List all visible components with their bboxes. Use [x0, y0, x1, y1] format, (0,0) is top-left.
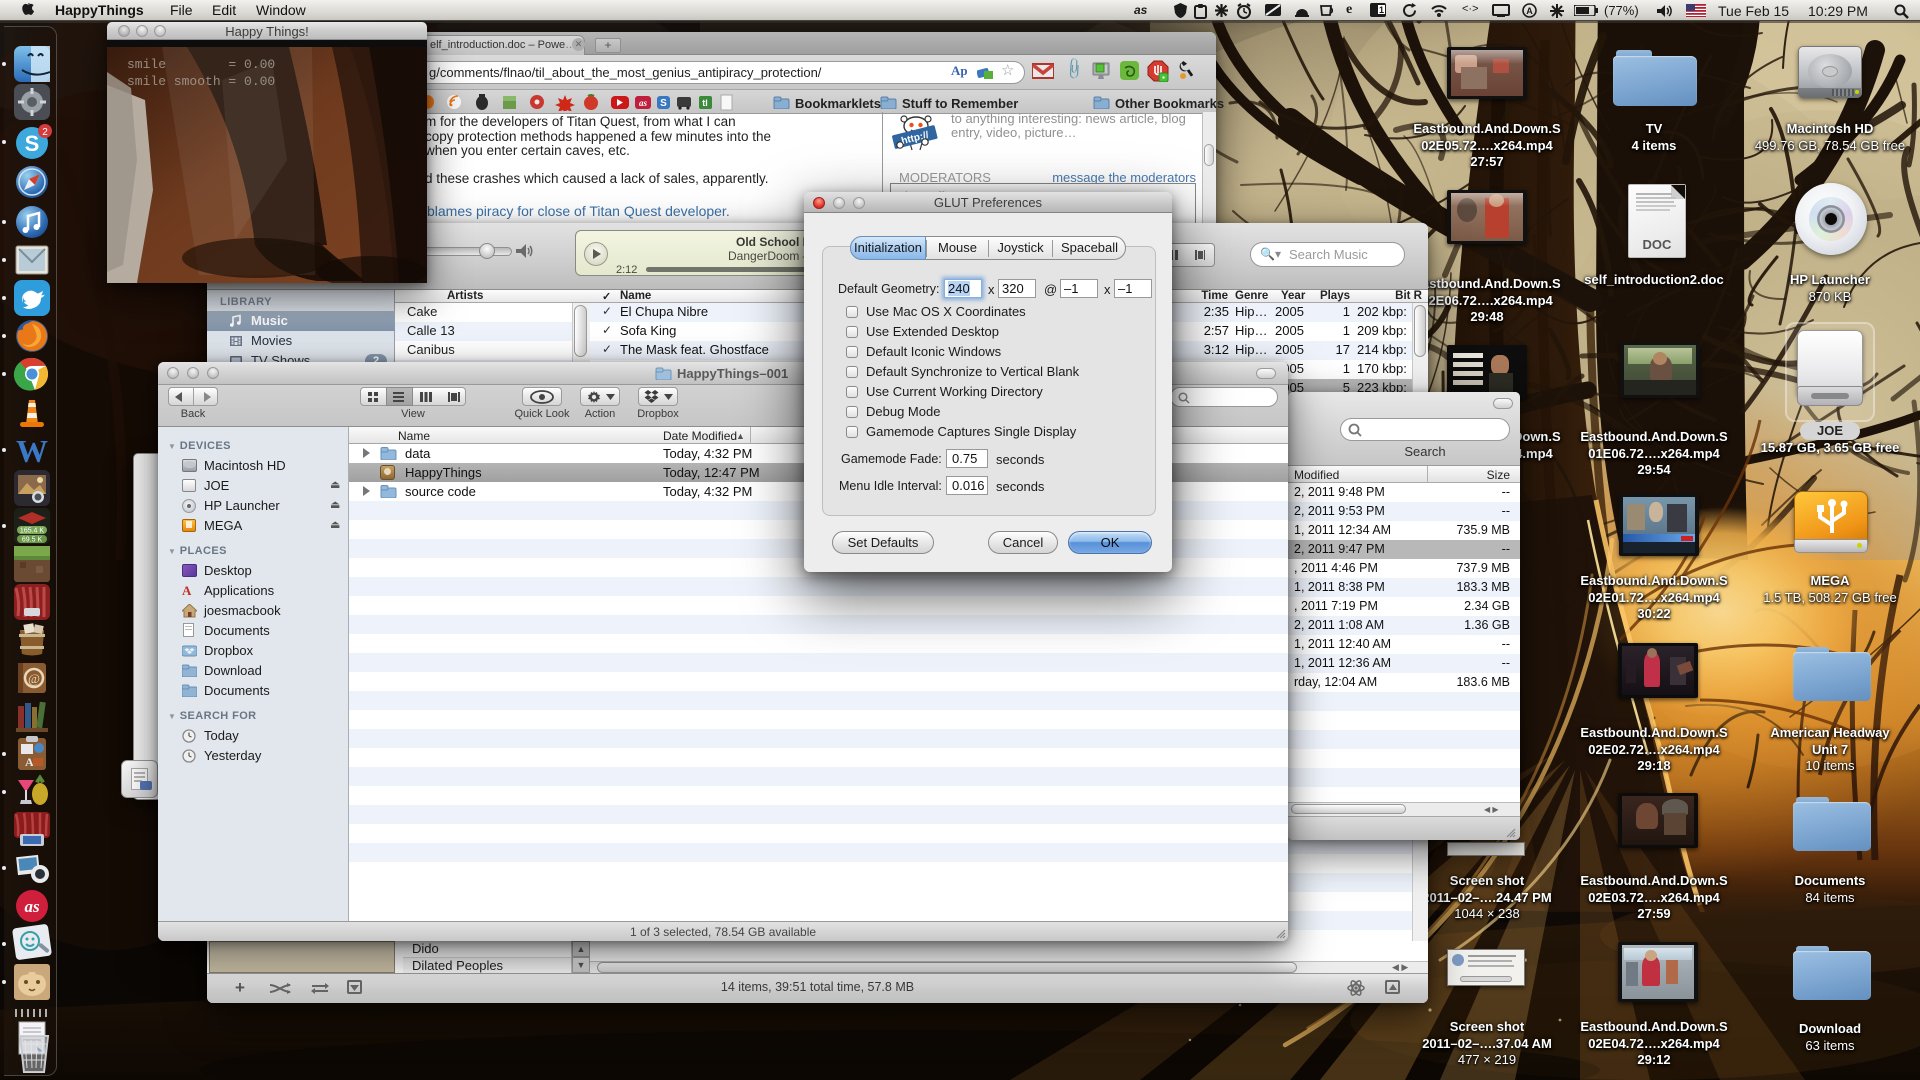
svg-text:69.5 K: 69.5 K [22, 537, 43, 544]
svg-text:A: A [1526, 6, 1533, 16]
svg-text:smile = 0.00: smile = 0.00 [127, 57, 275, 72]
svg-text:S: S [25, 131, 40, 156]
svg-text:@: @ [28, 671, 40, 686]
svg-text:1: 1 [1379, 5, 1384, 15]
svg-text:as: as [24, 897, 40, 916]
svg-text:W: W [16, 433, 48, 469]
svg-text:A: A [25, 755, 34, 769]
svg-text:S: S [660, 98, 667, 109]
svg-text:165.4 K: 165.4 K [20, 528, 44, 535]
svg-text:smile smooth = 0.00: smile smooth = 0.00 [127, 74, 275, 89]
svg-text:as: as [639, 98, 648, 108]
svg-text:tl: tl [702, 98, 708, 108]
svg-text:2: 2 [42, 127, 48, 138]
